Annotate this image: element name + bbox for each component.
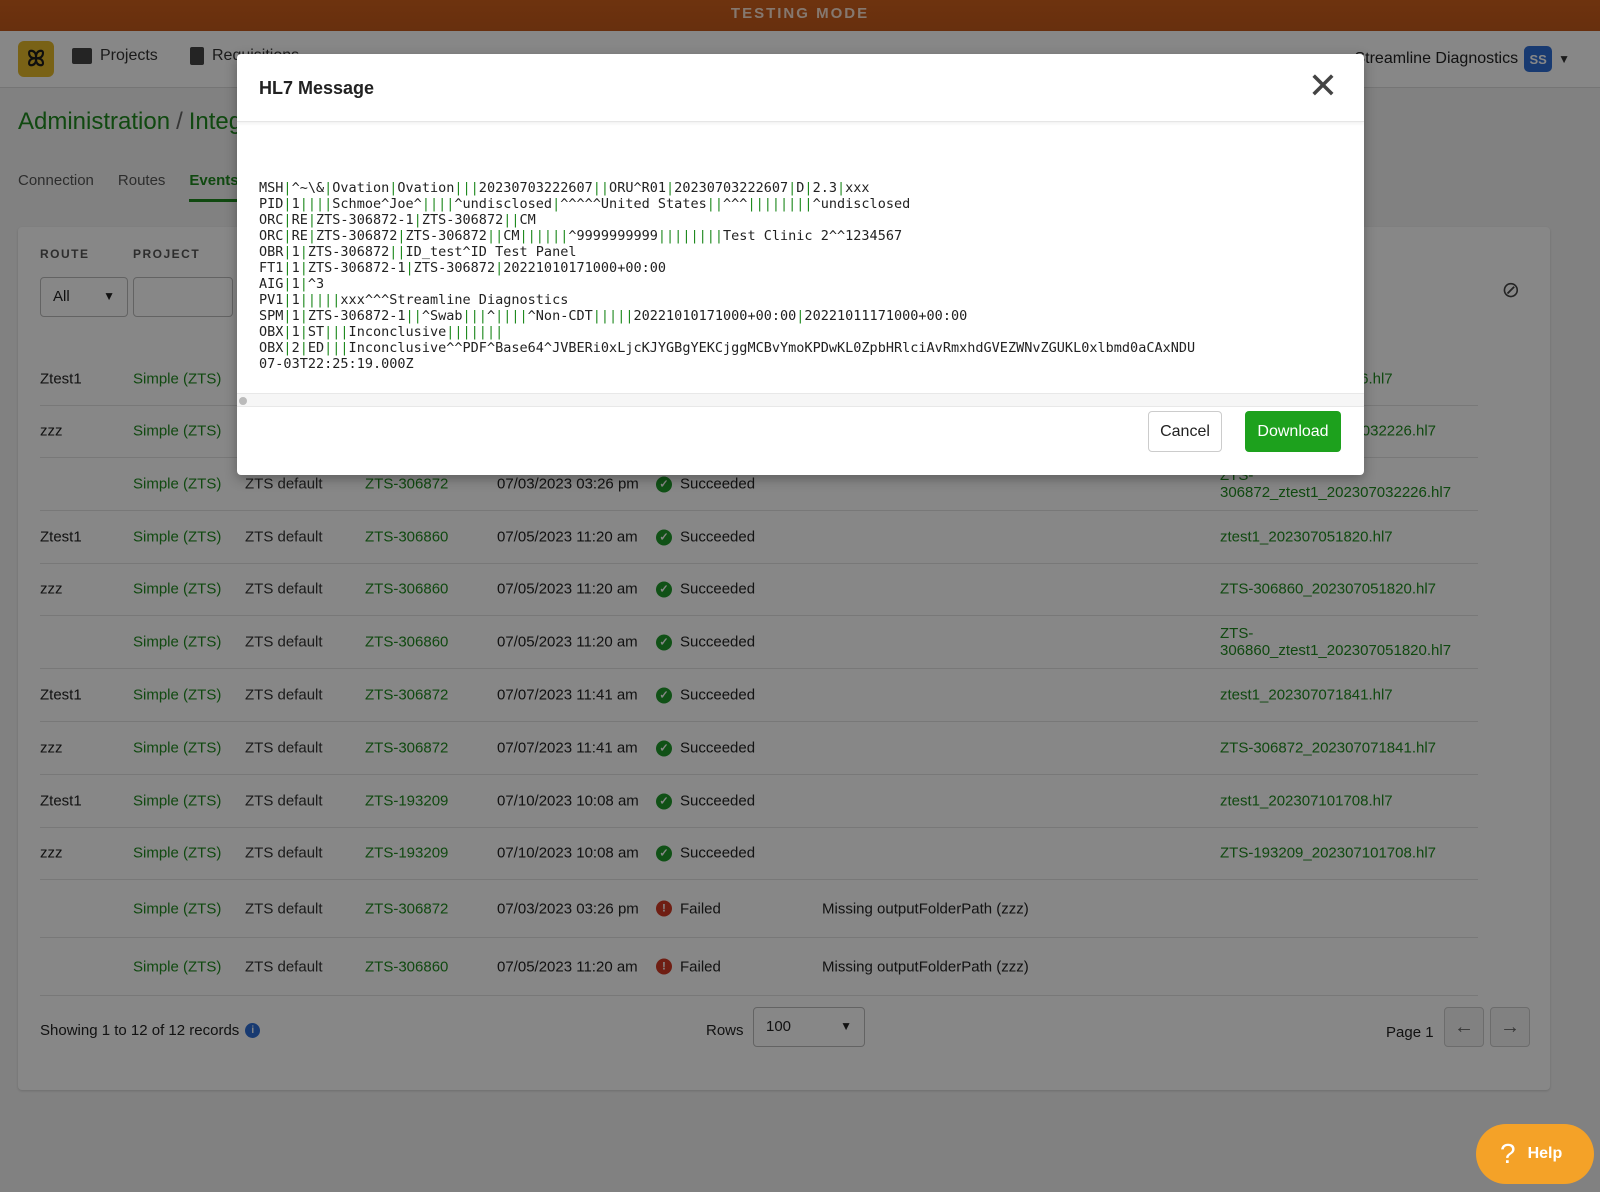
scrollbar-thumb[interactable] — [239, 397, 247, 405]
hl7-segment-line: OBR|1|ZTS-306872||ID_test^ID Test Panel — [259, 244, 577, 260]
hl7-segment-line: OBX|2|ED|||Inconclusive^^PDF^Base64^JVBE… — [259, 340, 1196, 356]
cancel-button[interactable]: Cancel — [1148, 411, 1222, 452]
question-icon: ? — [1500, 1138, 1516, 1169]
hl7-segment-line: ORC|RE|ZTS-306872|ZTS-306872||CM||||||^9… — [259, 228, 903, 244]
hl7-segment-line: FT1|1|ZTS-306872-1|ZTS-306872|2022101017… — [259, 260, 667, 276]
hl7-segment-line: OBX|1|ST|||Inconclusive||||||| — [259, 324, 504, 340]
hl7-segment-line: PV1|1|||||xxx^^^Streamline Diagnostics — [259, 292, 569, 308]
help-button[interactable]: ? Help — [1476, 1124, 1594, 1184]
modal-title: HL7 Message — [259, 78, 375, 98]
close-icon[interactable]: ✕ — [1308, 68, 1338, 104]
help-label: Help — [1527, 1145, 1563, 1162]
hl7-segment-line: 07-03T22:25:19.000Z — [259, 356, 414, 372]
hl7-segment-line: ORC|RE|ZTS-306872-1|ZTS-306872||CM — [259, 212, 536, 228]
hl7-segment-line: PID|1||||Schmoe^Joe^||||^undisclosed|^^^… — [259, 196, 911, 212]
hl7-segment-line: AIG|1|^3 — [259, 276, 325, 292]
download-button[interactable]: Download — [1245, 411, 1341, 452]
hl7-segment-line: MSH|^~\&|Ovation|Ovation|||2023070322260… — [259, 180, 870, 196]
hl7-message-content: MSH|^~\&|Ovation|Ovation|||2023070322260… — [259, 180, 1364, 380]
hl7-message-modal: HL7 Message ✕ MSH|^~\&|Ovation|Ovation||… — [237, 54, 1364, 475]
modal-header: HL7 Message ✕ — [237, 54, 1364, 122]
hl7-segment-line: SPM|1|ZTS-306872-1||^Swab|||^||||^Non-CD… — [259, 308, 968, 324]
horizontal-scrollbar[interactable] — [237, 393, 1364, 407]
